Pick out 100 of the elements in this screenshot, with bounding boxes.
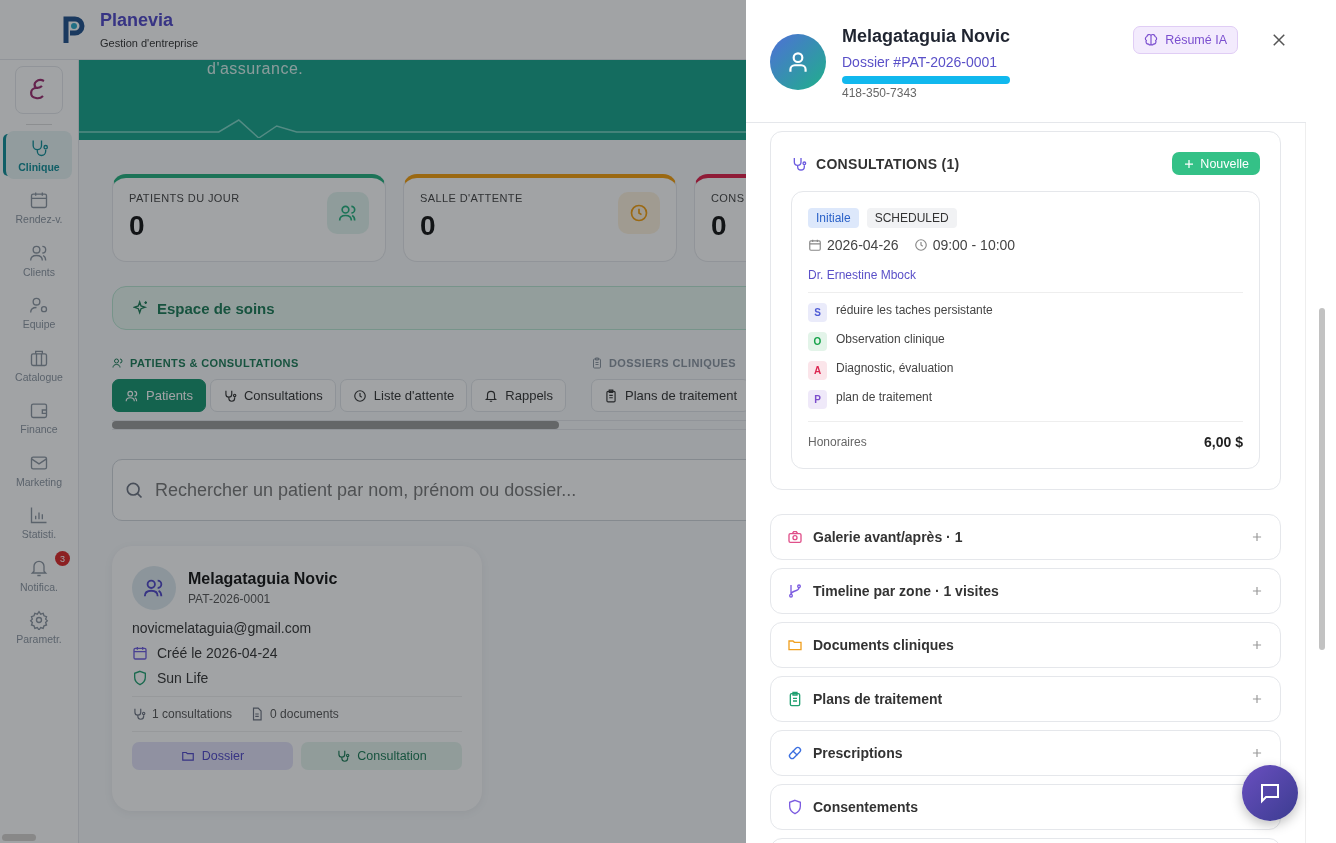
tab[interactable]: Rappels bbox=[471, 379, 566, 412]
stethoscope-icon bbox=[336, 749, 351, 763]
clipboard-icon bbox=[787, 691, 803, 707]
plus-icon bbox=[1250, 638, 1264, 652]
app-name: Planevia bbox=[100, 10, 175, 31]
folder-icon bbox=[180, 749, 195, 763]
clock-icon bbox=[352, 388, 367, 403]
clipboard-icon bbox=[604, 388, 618, 403]
chart-icon bbox=[29, 505, 49, 525]
folder-icon bbox=[787, 637, 803, 653]
gear-icon bbox=[29, 610, 49, 630]
sidebar-item[interactable]: Notifica. 3 bbox=[6, 551, 72, 599]
user-gear-icon bbox=[29, 295, 49, 315]
sidebar-item[interactable]: Clients bbox=[6, 236, 72, 284]
fee-label: Honoraires bbox=[808, 435, 867, 449]
scrollbar[interactable] bbox=[1319, 308, 1325, 650]
tab-group-label: PATIENTS & CONSULTATIONS bbox=[130, 357, 299, 369]
soap-note-text: réduire les taches persistante bbox=[836, 303, 993, 317]
scrollbar[interactable] bbox=[112, 421, 559, 429]
doctor-name: Dr. Ernestine Mbock bbox=[808, 268, 1243, 293]
created-date: Créé le 2026-04-24 bbox=[157, 645, 278, 661]
tab[interactable]: Plans de traitement bbox=[591, 379, 746, 412]
consultation-date: 2026-04-26 bbox=[827, 237, 899, 253]
sidebar-item[interactable]: Clinique bbox=[6, 131, 72, 179]
patient-email: novicmelataguia@gmail.com bbox=[132, 620, 313, 636]
organization-logo bbox=[15, 66, 63, 114]
dossier-number: Dossier #PAT-2026-0001 bbox=[842, 54, 999, 70]
care-space-title: Espace de soins bbox=[157, 299, 275, 317]
sidebar-item[interactable]: Marketing bbox=[6, 446, 72, 494]
accordion-section[interactable]: Documents cliniques bbox=[770, 622, 1281, 668]
consultations-title: CONSULTATIONS (1) bbox=[816, 155, 960, 172]
shield-icon bbox=[132, 670, 148, 686]
plus-icon bbox=[1183, 157, 1196, 170]
fee-amount: 6,00 $ bbox=[1204, 434, 1243, 450]
stethoscope-icon bbox=[132, 707, 146, 721]
sidebar-item[interactable]: Finance bbox=[6, 393, 72, 442]
tab[interactable]: Patients bbox=[112, 379, 206, 412]
accordion-section[interactable]: Galerie avant/après · 1 bbox=[770, 514, 1281, 560]
sparkle-icon bbox=[133, 300, 149, 316]
sidebar-item[interactable]: Equipe bbox=[6, 288, 72, 337]
soap-note-text: Observation clinique bbox=[836, 332, 945, 346]
consultation-button[interactable]: Consultation bbox=[301, 742, 462, 770]
tab-group-label: DOSSIERS CLINIQUES bbox=[609, 357, 736, 369]
stat-value: 0 bbox=[711, 210, 728, 242]
consultation-count: 1 consultations bbox=[152, 707, 233, 721]
insurance-name: Sun Life bbox=[157, 670, 209, 686]
accordion-section[interactable]: Plans de traitement bbox=[770, 676, 1281, 722]
branch-icon bbox=[787, 583, 803, 599]
stethoscope-icon bbox=[223, 388, 237, 403]
stat-label: PATIENTS DU JOUR bbox=[129, 192, 240, 204]
stat-value: 0 bbox=[129, 210, 146, 242]
banner-text: d'assurance. bbox=[207, 60, 304, 78]
calendar-icon bbox=[808, 238, 822, 252]
tab[interactable]: Liste d'attente bbox=[339, 379, 468, 412]
document-icon bbox=[250, 707, 265, 721]
plus-icon bbox=[1250, 530, 1264, 544]
patient-phone: 418-350-7343 bbox=[842, 86, 918, 100]
users-icon bbox=[125, 388, 139, 403]
shield-icon bbox=[787, 799, 803, 815]
stat-value: 0 bbox=[420, 210, 437, 242]
sidebar-item[interactable]: Parametr. bbox=[6, 603, 72, 652]
bell-icon bbox=[484, 388, 499, 403]
chat-icon bbox=[1258, 781, 1282, 805]
chat-button[interactable] bbox=[1242, 765, 1298, 821]
consultation-status-tag: SCHEDULED bbox=[866, 208, 957, 228]
plus-icon bbox=[1250, 692, 1264, 706]
stat-label: SALLE D'ATTENTE bbox=[420, 192, 523, 204]
scrollbar[interactable] bbox=[2, 834, 36, 841]
search-field[interactable]: Rechercher un patient par nom, prénom ou dossier... bbox=[112, 459, 746, 521]
new-consultation-button[interactable]: Nouvelle bbox=[1172, 152, 1260, 175]
soap-note-text: Diagnostic, évaluation bbox=[836, 361, 954, 375]
brain-icon bbox=[1144, 33, 1159, 47]
clipboard-icon bbox=[591, 357, 603, 369]
app-subtitle: Gestion d'entreprise bbox=[100, 37, 199, 49]
ai-summary-button[interactable]: Résumé IA bbox=[1133, 26, 1238, 54]
user-avatar-icon bbox=[770, 34, 826, 90]
plus-icon bbox=[1250, 746, 1264, 760]
calendar-icon bbox=[132, 645, 148, 661]
consultation-time: 09:00 - 10:00 bbox=[932, 237, 1016, 253]
notification-badge: 3 bbox=[55, 551, 70, 566]
soap-letter: A bbox=[808, 361, 827, 380]
patient-name: Melagataguia Novic bbox=[188, 570, 338, 588]
sidebar-item[interactable]: Catalogue bbox=[6, 341, 72, 389]
search-icon bbox=[124, 480, 144, 500]
sidebar-item[interactable]: Statisti. bbox=[6, 498, 72, 547]
sidebar-item[interactable]: Rendez-v. bbox=[6, 183, 72, 232]
dossier-button[interactable]: Dossier bbox=[132, 742, 293, 770]
plus-icon bbox=[1250, 584, 1264, 598]
tab[interactable]: Consultations bbox=[210, 379, 336, 412]
soap-letter: S bbox=[808, 303, 827, 322]
soap-note-text: plan de traitement bbox=[836, 390, 933, 404]
users-icon bbox=[112, 357, 124, 369]
camera-icon bbox=[787, 529, 803, 545]
close-icon[interactable] bbox=[1270, 31, 1288, 49]
soap-letter: O bbox=[808, 332, 827, 351]
stethoscope-icon bbox=[791, 155, 807, 172]
accordion-section[interactable]: Prescriptions bbox=[770, 730, 1281, 776]
soap-letter: P bbox=[808, 390, 827, 409]
patient-name: Melagataguia Novic bbox=[842, 26, 1012, 47]
accordion-section[interactable]: Timeline par zone · 1 visites bbox=[770, 568, 1281, 614]
